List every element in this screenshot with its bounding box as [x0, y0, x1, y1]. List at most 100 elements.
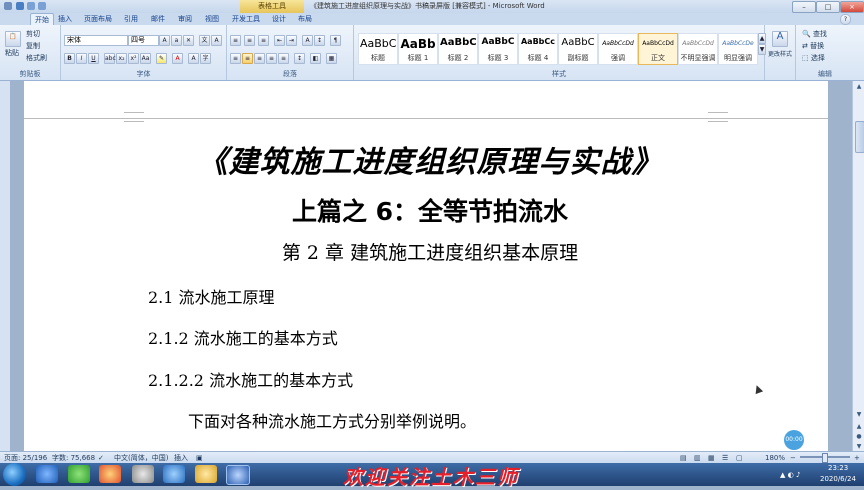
style-emphasis[interactable]: AaBbCcDd 强调 [598, 33, 638, 65]
font-color-icon[interactable]: A [172, 53, 183, 64]
decrease-indent-icon[interactable]: ⇤ [274, 35, 285, 46]
style-subtitle[interactable]: AaBbC 副标题 [558, 33, 598, 65]
select-button[interactable]: ⬚ 选择 [802, 53, 825, 63]
paste-button[interactable]: 粘贴 [5, 48, 19, 58]
strikethrough-icon[interactable]: abc [104, 53, 116, 64]
change-styles-icon[interactable]: A [772, 31, 788, 47]
vertical-scrollbar[interactable]: ▲ ▼ ▲ ● ▼ [852, 81, 864, 451]
next-page-icon[interactable]: ▼ [855, 443, 863, 450]
ie-browser-icon[interactable] [36, 465, 58, 483]
sort-icon[interactable]: ↕ [314, 35, 325, 46]
select-label: 选择 [810, 54, 825, 62]
change-case-icon[interactable]: Aa [140, 53, 151, 64]
clear-format-icon[interactable]: ✕ [183, 35, 194, 46]
word-taskbar-icon[interactable] [226, 465, 250, 485]
tab-layout[interactable]: 布局 [298, 13, 312, 25]
minimize-button[interactable]: – [792, 1, 816, 13]
maximize-button[interactable]: □ [816, 1, 840, 13]
shading-icon[interactable]: ◧ [310, 53, 321, 64]
font-size-box[interactable]: 四号 [128, 35, 159, 46]
style-title[interactable]: AaBbC 标题 [358, 33, 398, 65]
style-heading-1[interactable]: AaBb 标题 1 [398, 33, 438, 65]
tab-mailings[interactable]: 邮件 [151, 13, 165, 25]
paragraph-group: ≡ ≡ ≡ ⇤ ⇥ A ↕ ¶ ≡ ≡ ≡ ≡ ≡ ↕ ◧ ▦ 段落 [227, 25, 354, 80]
style-heading-4[interactable]: AaBbCc 标题 4 [518, 33, 558, 65]
enclose-characters-icon[interactable]: 字 [200, 53, 211, 64]
style-subtle-emphasis[interactable]: AaBbCcDd 不明显强调 [678, 33, 718, 65]
replace-button[interactable]: ⇄ 替换 [802, 41, 824, 51]
scroll-down-icon[interactable]: ▼ [855, 411, 863, 419]
superscript-icon[interactable]: x² [128, 53, 139, 64]
subscript-icon[interactable]: x₂ [116, 53, 127, 64]
style-name: 标题 2 [447, 54, 469, 62]
style-sample: AaBbCcDd [602, 40, 634, 47]
style-name: 明显强调 [724, 54, 752, 62]
word-logo-icon[interactable] [4, 2, 12, 10]
multilevel-list-icon[interactable]: ≡ [258, 35, 269, 46]
network-app-icon[interactable] [163, 465, 185, 483]
phonetic-guide-icon[interactable]: 文 [199, 35, 210, 46]
numbering-icon[interactable]: ≡ [244, 35, 255, 46]
line-spacing-icon[interactable]: ↕ [294, 53, 305, 64]
italic-icon[interactable]: I [76, 53, 87, 64]
tab-insert[interactable]: 插入 [58, 13, 72, 25]
underline-icon[interactable]: U [88, 53, 99, 64]
recording-timer-badge[interactable]: 00:00 [784, 430, 804, 450]
zoom-slider-thumb[interactable] [822, 453, 828, 463]
justify-icon[interactable]: ≡ [266, 53, 277, 64]
help-icon[interactable]: ? [840, 14, 851, 25]
undo-icon[interactable] [27, 2, 35, 10]
scroll-up-icon[interactable]: ▲ [855, 83, 863, 91]
copy-button[interactable]: 复制 [26, 41, 40, 51]
tab-references[interactable]: 引用 [124, 13, 138, 25]
align-left-icon[interactable]: ≡ [230, 53, 241, 64]
character-border-icon[interactable]: A [211, 35, 222, 46]
align-center-icon[interactable]: ≡ [242, 53, 253, 64]
shrink-font-icon[interactable]: a [171, 35, 182, 46]
chinese-layout-icon[interactable]: A [302, 35, 313, 46]
format-painter-button[interactable]: 格式刷 [26, 53, 47, 63]
browse-object-icon[interactable]: ● [855, 433, 863, 441]
window-title: 《建筑施工进度组织原理与实战》书稿录屏版 [兼容模式] - Microsoft … [310, 2, 545, 10]
highlight-icon[interactable]: ✎ [156, 53, 167, 64]
increase-indent-icon[interactable]: ⇥ [286, 35, 297, 46]
tray-icons[interactable]: ▲ ◐ ♪ [780, 470, 800, 481]
media-app-icon[interactable] [132, 465, 154, 483]
tab-developer[interactable]: 开发工具 [232, 13, 260, 25]
cut-button[interactable]: 剪切 [26, 29, 40, 39]
style-sample: AaBb [400, 37, 436, 51]
tab-view[interactable]: 视图 [205, 13, 219, 25]
clock-date[interactable]: 2020/6/24 [820, 474, 856, 485]
bullets-icon[interactable]: ≡ [230, 35, 241, 46]
save-icon[interactable] [16, 2, 24, 10]
close-button[interactable]: × [840, 1, 864, 13]
tab-review[interactable]: 审阅 [178, 13, 192, 25]
find-button[interactable]: 🔍 查找 [802, 29, 827, 39]
start-button-icon[interactable] [3, 463, 26, 486]
bold-icon[interactable]: B [64, 53, 75, 64]
tab-design[interactable]: 设计 [272, 13, 286, 25]
scrollbar-thumb[interactable] [855, 121, 864, 153]
redo-icon[interactable] [38, 2, 46, 10]
align-right-icon[interactable]: ≡ [254, 53, 265, 64]
change-styles-button[interactable]: 更改样式 [765, 50, 795, 60]
previous-page-icon[interactable]: ▲ [855, 423, 863, 431]
character-shading-icon[interactable]: A [188, 53, 199, 64]
style-heading-2[interactable]: AaBbC 标题 2 [438, 33, 478, 65]
ribbon-tab-row: 开始 插入 页面布局 引用 邮件 审阅 视图 开发工具 设计 布局 ? [0, 13, 864, 26]
grow-font-icon[interactable]: A [159, 35, 170, 46]
borders-icon[interactable]: ▦ [326, 53, 337, 64]
chrome-browser-icon[interactable] [99, 465, 121, 483]
wechat-icon[interactable] [68, 465, 90, 483]
file-explorer-icon[interactable] [195, 465, 217, 483]
clock-time[interactable]: 23:23 [828, 463, 848, 474]
style-intense-emphasis[interactable]: AaBbCcDe 明显强调 [718, 33, 758, 65]
font-name-box[interactable]: 宋体 [64, 35, 128, 46]
show-marks-icon[interactable]: ¶ [330, 35, 341, 46]
find-label: 查找 [812, 30, 827, 38]
tab-page-layout[interactable]: 页面布局 [84, 13, 112, 25]
distributed-icon[interactable]: ≡ [278, 53, 289, 64]
style-heading-3[interactable]: AaBbC 标题 3 [478, 33, 518, 65]
paste-icon[interactable]: 📋 [5, 31, 21, 47]
style-normal[interactable]: AaBbCcDd 正文 [638, 33, 678, 65]
